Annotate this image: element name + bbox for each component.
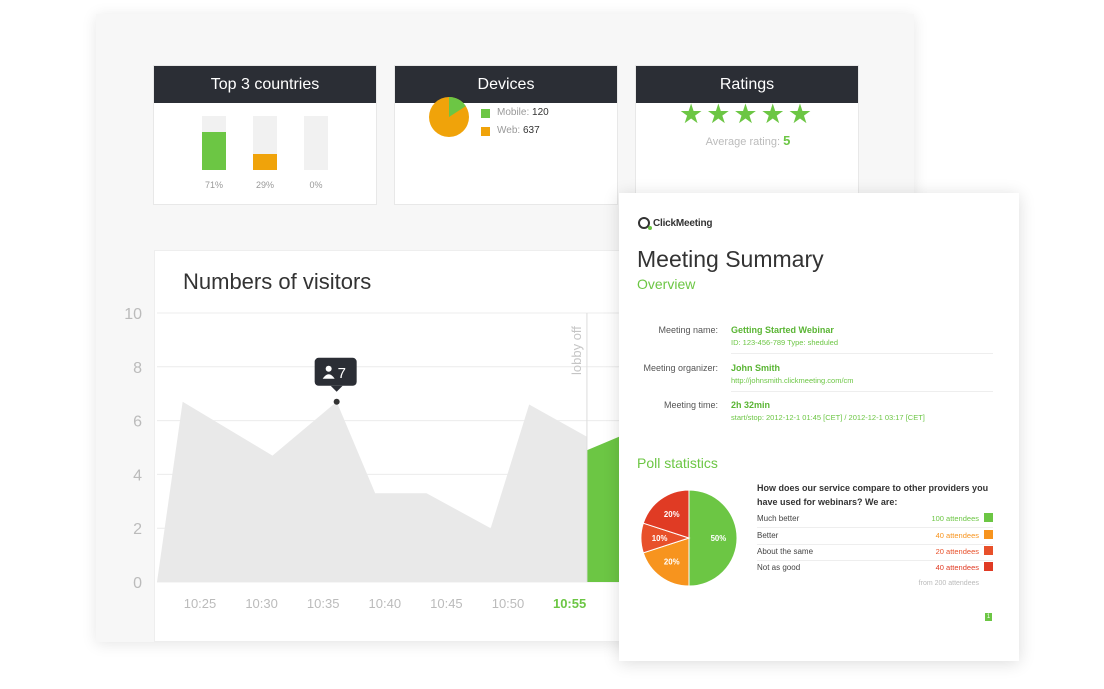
meeting-summary-report: ClickMeeting Meeting Summary Overview Me… [619, 193, 1019, 661]
top-countries-title: Top 3 countries [154, 66, 376, 103]
country-bar-fill-2 [253, 154, 277, 170]
divider [731, 353, 993, 354]
visitors-area [157, 401, 587, 582]
poll-option-count: 40 attendees [935, 563, 979, 572]
mobile-label: Mobile: [497, 107, 530, 118]
y-tick-label: 4 [133, 467, 142, 484]
poll-option-label: Better [757, 531, 779, 540]
poll-question: How does our service compare to other pr… [757, 483, 989, 507]
x-tick-label: 10:35 [307, 596, 340, 611]
poll-option-label: About the same [757, 547, 814, 556]
poll-option: About the same 20 attendees [757, 545, 993, 561]
poll-option: Better 40 attendees [757, 529, 993, 545]
devices-card: Devices Mobile: 120 Web: 637 [394, 65, 618, 205]
y-tick-label: 6 [133, 414, 142, 431]
country-bar-1 [202, 116, 226, 170]
report-subtitle: Overview [637, 276, 696, 292]
web-swatch [481, 126, 490, 136]
meeting-start-stop: start/stop: 2012-12-1 01:45 [CET] / 2012… [731, 413, 925, 422]
x-tick-label: 10:50 [492, 596, 525, 611]
country-bar-fill-1 [202, 131, 226, 170]
ratings-card: Ratings ★★★★★ Average rating: 5 [635, 65, 859, 205]
meeting-id-type: ID: 123-456-789 Type: sheduled [731, 338, 839, 347]
country-pct-3: 0% [309, 180, 323, 190]
peak-point [333, 398, 340, 405]
chart-y-ticks: 0 2 4 6 8 10 [124, 306, 142, 592]
divider [731, 391, 993, 392]
poll-option-count: 20 attendees [935, 547, 979, 556]
peak-tooltip [314, 357, 357, 386]
lobby-off-label: lobby off [569, 326, 584, 375]
clickmeeting-logo-icon [638, 217, 652, 230]
y-tick-label: 2 [133, 521, 142, 538]
average-rating: Average rating: 5 [636, 133, 860, 148]
poll-statistics-title: Poll statistics [637, 455, 718, 471]
meeting-organizer-label: Meeting organizer: [643, 363, 718, 373]
top-countries-card: Top 3 countries 71% 29% 0% [153, 65, 377, 205]
clickmeeting-logo: ClickMeeting [638, 217, 713, 230]
organizer-url-link[interactable]: http://johnsmith.clickmeeting.com/cm [731, 376, 854, 385]
x-tick-label: 10:30 [245, 596, 278, 611]
live-visitors-area [586, 436, 619, 582]
meeting-name-value: Getting Started Webinar [731, 325, 834, 335]
meeting-name-label: Meeting name: [658, 325, 718, 335]
x-tick-label: 10:55 [553, 596, 586, 611]
poll-option: Not as good 40 attendees [757, 561, 993, 577]
brand-name: ClickMeeting [653, 217, 713, 229]
meeting-time-value: 2h 32min [731, 400, 771, 410]
devices-pie [429, 97, 469, 137]
country-pct-1: 71% [204, 180, 223, 190]
chart-title: Numbers of visitors [183, 269, 372, 294]
y-tick-label: 8 [133, 360, 142, 377]
poll-option: Much better 100 attendees [757, 512, 993, 528]
mobile-value: 120 [532, 107, 549, 118]
peak-marker[interactable]: 7 [314, 357, 357, 405]
poll-pie-label: 50% [711, 534, 727, 543]
poll-option-label: Not as good [757, 563, 801, 572]
y-tick-label: 10 [124, 306, 142, 323]
devices-legend: Mobile: 120 Web: 637 [481, 104, 549, 140]
meeting-organizer-value: John Smith [731, 363, 780, 373]
page-number: 1 [985, 613, 992, 621]
ratings-title: Ratings [636, 66, 858, 103]
poll-option-count: 40 attendees [935, 531, 979, 540]
y-tick-label: 0 [133, 575, 142, 592]
poll-option-label: Much better [757, 514, 800, 523]
star-icons: ★★★★★ [679, 99, 816, 129]
chart-x-ticks: 10:2510:3010:3510:4010:4510:5010:551 [184, 596, 635, 611]
x-tick-label: 10:25 [184, 596, 217, 611]
poll-total: from 200 attendees [918, 580, 979, 587]
peak-value: 7 [338, 365, 346, 382]
country-bar-2 [253, 116, 277, 170]
legend-web: Web: 637 [481, 122, 549, 140]
x-tick-label: 10:45 [430, 596, 463, 611]
poll-option-swatch [984, 546, 993, 555]
poll-pie-chart: 50% 20% 10% 20% [640, 489, 738, 587]
average-rating-value: 5 [783, 133, 791, 148]
country-bar-3 [304, 116, 328, 170]
legend-mobile: Mobile: 120 [481, 104, 549, 122]
web-label: Web: [497, 125, 521, 136]
poll-pie-label: 10% [652, 534, 668, 543]
report-title: Meeting Summary [637, 246, 824, 272]
poll-option-swatch [984, 562, 993, 571]
poll-pie-label: 20% [664, 558, 680, 567]
poll-option-count: 100 attendees [931, 514, 979, 523]
country-pct-2: 29% [255, 180, 274, 190]
poll-option-swatch [984, 530, 993, 539]
web-value: 637 [522, 125, 540, 136]
x-tick-label: 10:40 [369, 596, 402, 611]
meeting-time-label: Meeting time: [663, 400, 718, 410]
poll-pie-label: 20% [664, 510, 680, 519]
average-rating-label: Average rating: [705, 136, 781, 148]
poll-option-swatch [984, 513, 993, 522]
peak-tooltip-arrow [330, 385, 343, 392]
mobile-swatch [481, 108, 490, 118]
